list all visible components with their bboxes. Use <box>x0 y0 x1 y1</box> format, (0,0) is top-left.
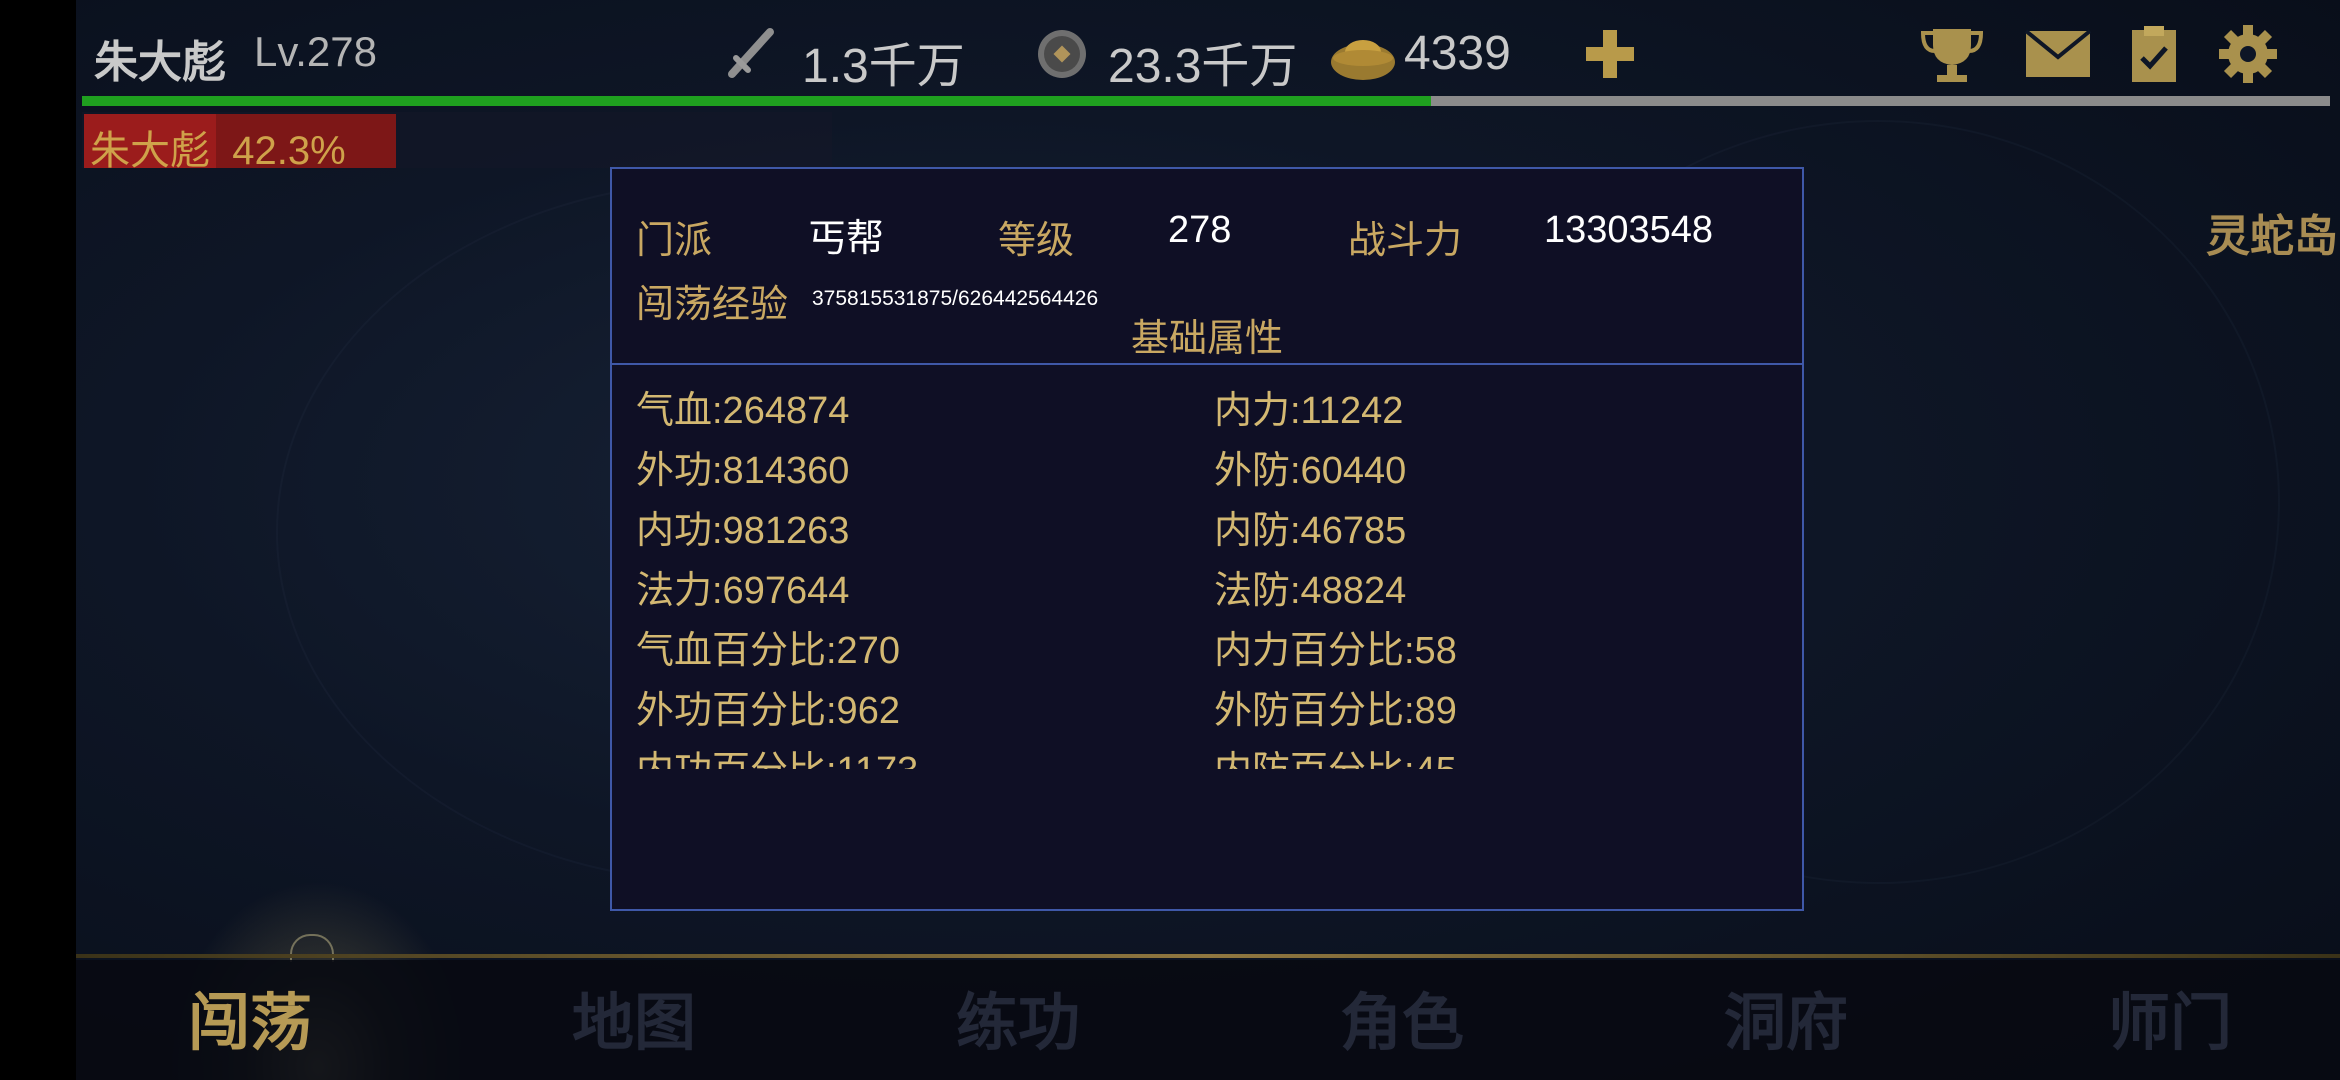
nav-tab-character[interactable]: 角色 <box>1302 972 1502 1062</box>
combat-power-value: 13303548 <box>1544 209 1714 251</box>
stat-row: 法力:697644 法防:48824 <box>612 559 1802 619</box>
buff-name: 朱大彪 <box>90 129 210 173</box>
experience-bar <box>82 96 2330 106</box>
top-bar: 朱大彪 Lv.278 1.3千万 23.3千万 4339 <box>76 0 2340 106</box>
coins-value: 23.3千万 <box>1108 40 1298 93</box>
nav-tab-map[interactable]: 地图 <box>534 972 734 1062</box>
ingots-value: 4339 <box>1404 27 1511 80</box>
stat-row: 气血百分比:270 内力百分比:58 <box>612 619 1802 679</box>
dialog-header: 门派 丐帮 等级 278 战斗力 13303548 闯荡经验 375815531… <box>612 169 1802 365</box>
stat-left: 法力:697644 <box>636 570 850 612</box>
stat-right: 外防:60440 <box>1214 450 1407 492</box>
level-value: 278 <box>1168 209 1232 251</box>
player-level: Lv.278 <box>254 28 377 75</box>
stat-left: 外功百分比:962 <box>636 690 900 732</box>
stat-right: 内力:11242 <box>1214 390 1404 432</box>
stats-scroll-area[interactable]: 气血:264874 内力:11242 外功:814360 外防:60440 内功:981… <box>612 365 1802 769</box>
stat-left: 内功:981263 <box>636 510 850 552</box>
stat-right: 内力百分比:58 <box>1214 630 1457 672</box>
stat-right: 内防百分比:45 <box>1214 739 1457 769</box>
stat-left: 气血:264874 <box>636 390 850 432</box>
nav-tab-sect[interactable]: 师门 <box>2070 972 2270 1062</box>
trophy-icon[interactable] <box>1918 20 1986 88</box>
combat-power-label: 战斗力 <box>1348 218 1463 262</box>
game-screen: 朱大彪 Lv.278 1.3千万 23.3千万 4339 朱大彪 42.3% 灵… <box>76 0 2340 1080</box>
buff-label: 朱大彪 42.3% <box>90 118 346 176</box>
stat-left: 内功百分比:1173 <box>636 739 918 769</box>
faction-value: 丐帮 <box>808 218 885 260</box>
character-attributes-dialog: 门派 丐帮 等级 278 战斗力 13303548 闯荡经验 375815531… <box>610 167 1804 911</box>
power-value: 1.3千万 <box>802 40 965 93</box>
stat-left: 气血百分比:270 <box>636 630 900 672</box>
plus-icon[interactable] <box>1576 20 1644 88</box>
experience-bar-fill <box>82 96 1431 106</box>
buff-percent: 42.3% <box>232 129 346 173</box>
stat-row: 外功百分比:962 外防百分比:89 <box>612 679 1802 739</box>
player-name: 朱大彪 <box>94 37 226 88</box>
stat-row: 内功百分比:1173 内防百分比:45 <box>612 739 1802 769</box>
nav-tab-training[interactable]: 练功 <box>918 972 1118 1062</box>
level-label: 等级 <box>998 218 1075 262</box>
coin-icon <box>1034 22 1090 86</box>
stat-right: 法防:48824 <box>1214 570 1407 612</box>
stat-right: 外防百分比:89 <box>1214 690 1457 732</box>
gear-icon[interactable] <box>2214 20 2282 88</box>
stat-row: 外功:814360 外防:60440 <box>612 439 1802 499</box>
nav-divider <box>76 954 2340 958</box>
nav-tab-adventure[interactable]: 闯荡 <box>150 972 350 1062</box>
nav-tab-cave[interactable]: 洞府 <box>1686 972 1886 1062</box>
mail-icon[interactable] <box>2024 20 2092 88</box>
faction-label: 门派 <box>636 218 713 262</box>
bottom-nav <box>76 960 2340 1080</box>
sword-icon <box>722 22 782 86</box>
ingot-icon <box>1328 22 1398 90</box>
region-label[interactable]: 灵蛇岛 <box>2206 200 2338 264</box>
clipboard-icon[interactable] <box>2120 20 2188 88</box>
stat-row: 内功:981263 内防:46785 <box>612 499 1802 559</box>
stat-right: 内防:46785 <box>1214 510 1407 552</box>
stat-row: 气血:264874 内力:11242 <box>612 379 1802 439</box>
stat-left: 外功:814360 <box>636 450 850 492</box>
section-title: 基础属性 <box>1130 316 1283 360</box>
